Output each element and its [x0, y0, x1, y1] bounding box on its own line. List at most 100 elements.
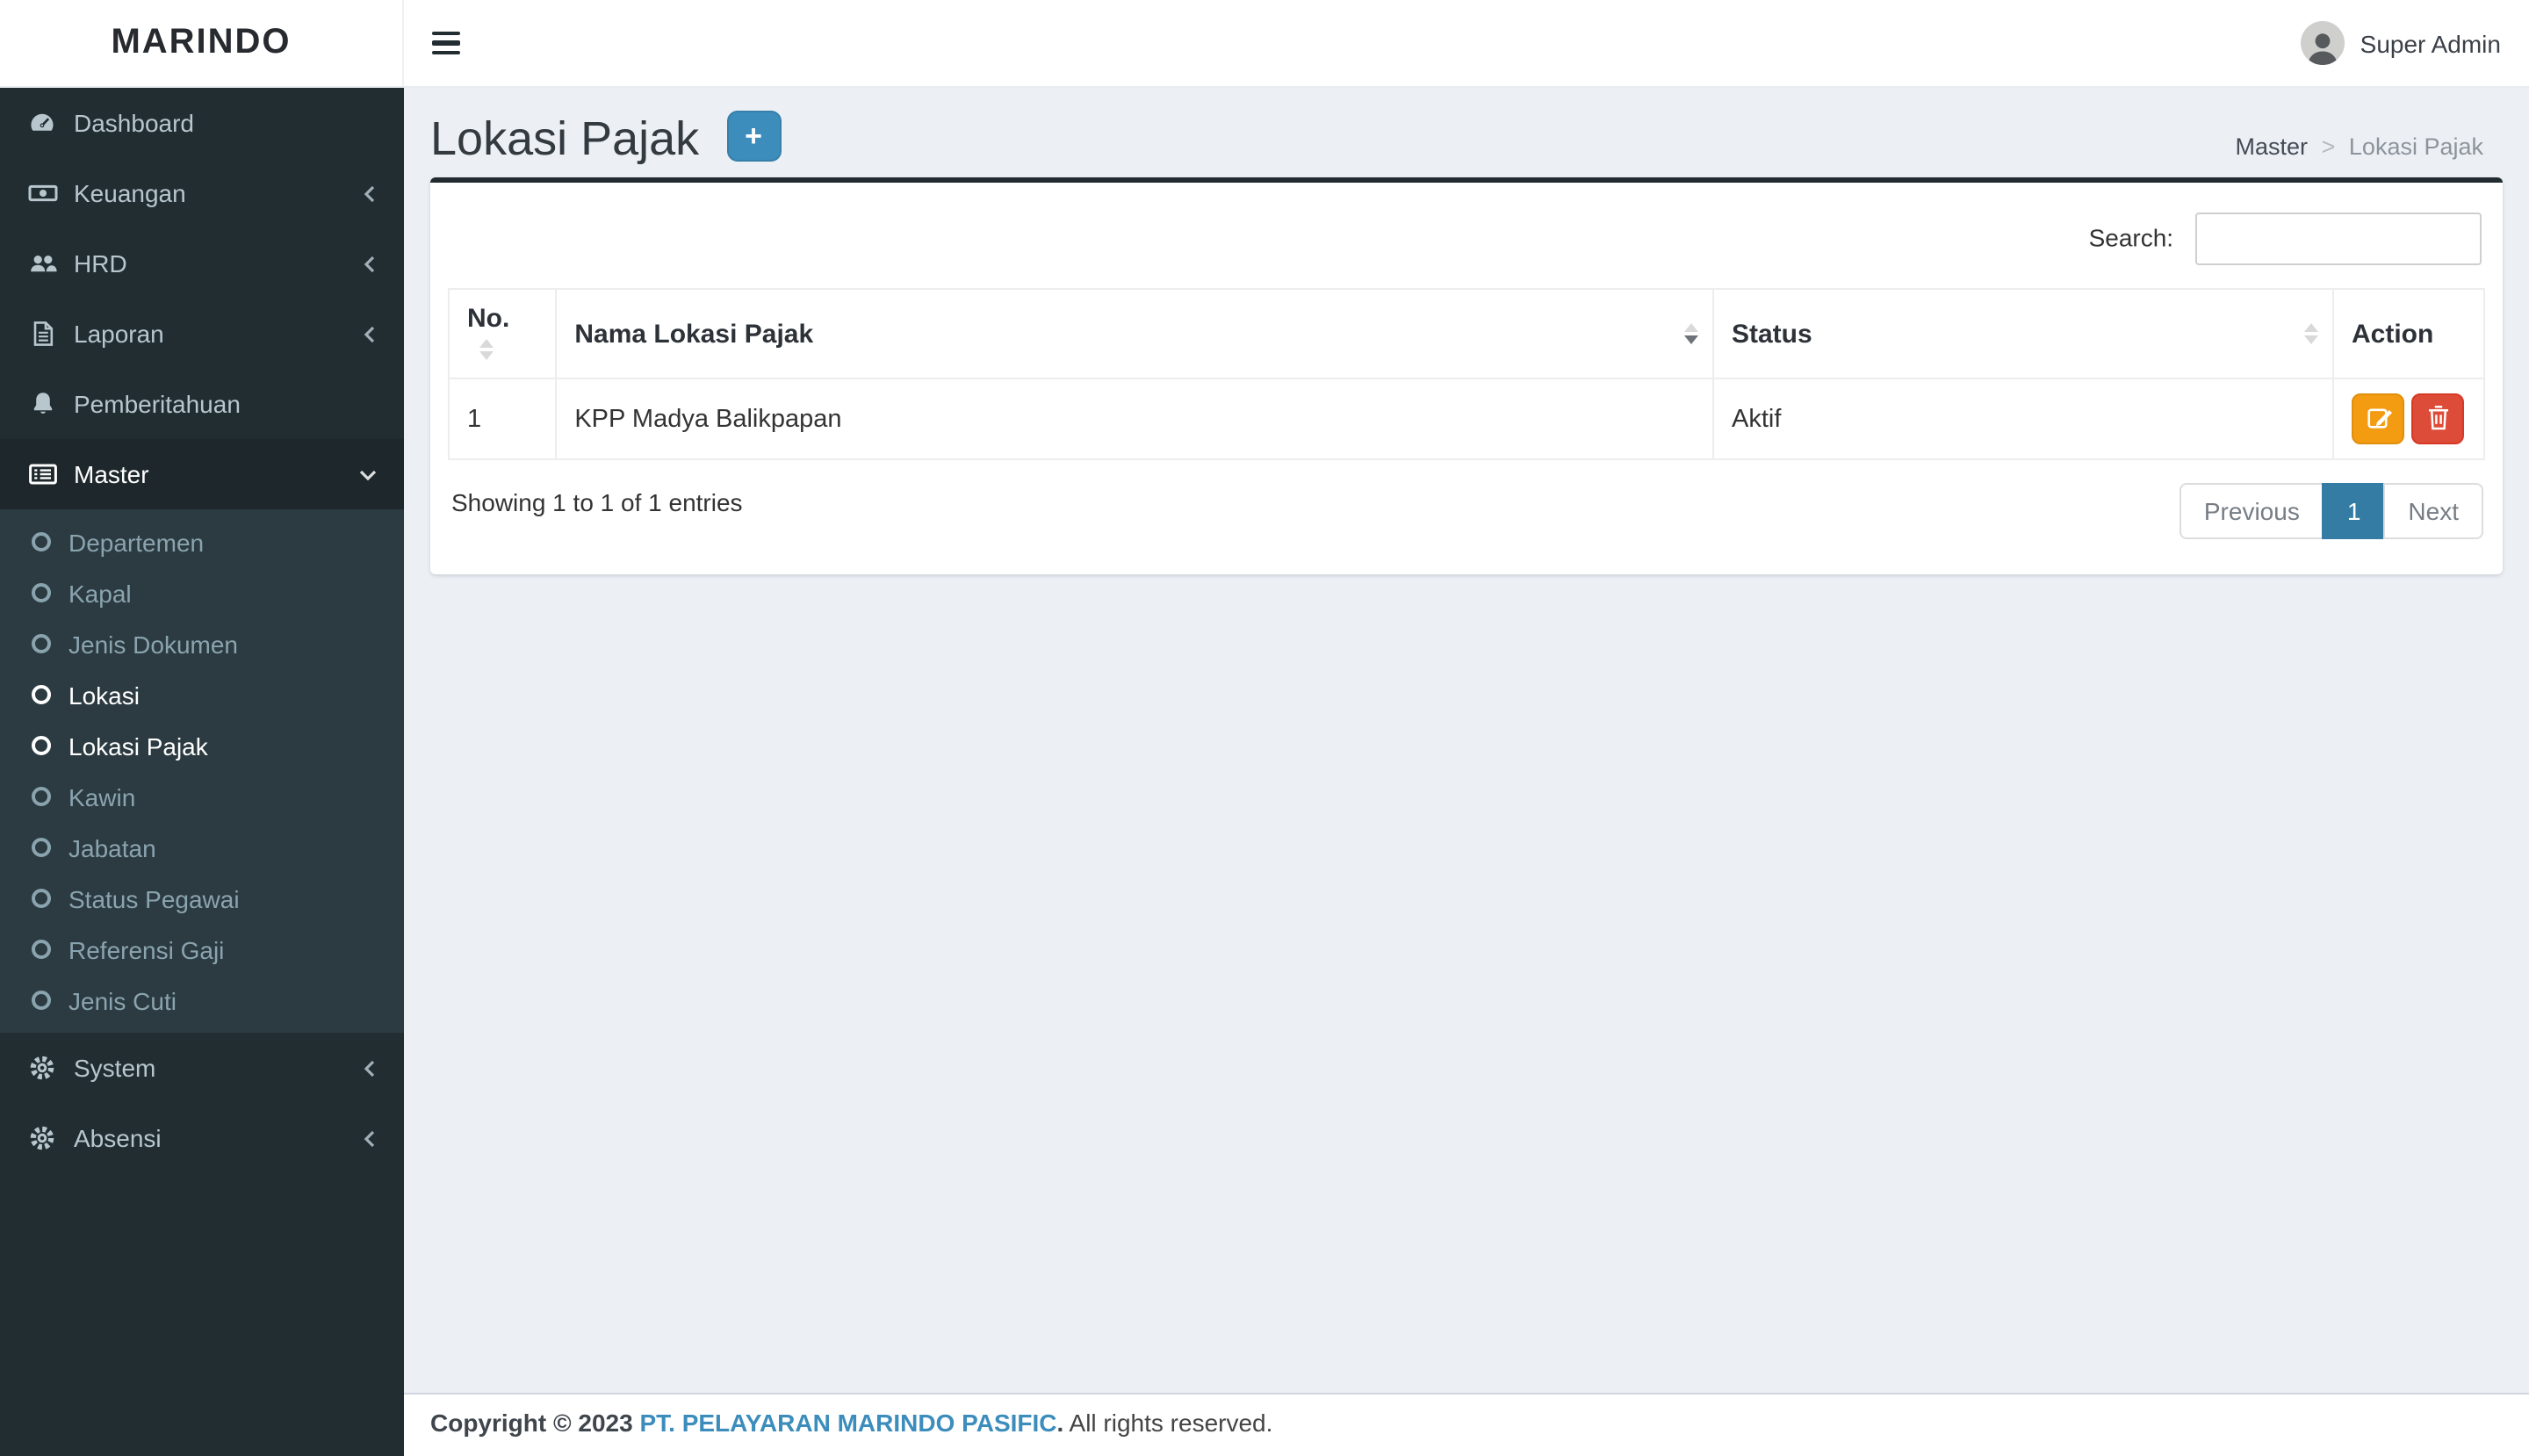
circle-icon — [32, 685, 51, 704]
table-footer: Showing 1 to 1 of 1 entries Previous 1 N… — [448, 460, 2485, 557]
user-menu[interactable]: Super Admin — [2273, 0, 2529, 86]
avatar — [2300, 21, 2345, 65]
sort-icon — [2304, 323, 2318, 344]
sidebar-subitem-kapal[interactable]: Kapal — [0, 567, 404, 618]
breadcrumb-current: Lokasi Pajak — [2348, 133, 2483, 160]
circle-icon — [32, 532, 51, 551]
sidebar-item-label: HRD — [74, 249, 127, 278]
money-icon — [26, 179, 58, 207]
sidebar-subitem-kawin[interactable]: Kawin — [0, 771, 404, 822]
master-submenu: Departemen Kapal Jenis Dokumen Lokasi Lo… — [0, 509, 404, 1033]
sidebar-item-label: Laporan — [74, 320, 164, 348]
chevron-left-icon — [362, 184, 378, 203]
chevron-left-icon — [362, 1058, 378, 1078]
sidebar-item-keuangan[interactable]: Keuangan — [0, 158, 404, 228]
circle-icon — [32, 736, 51, 755]
column-header-action: Action — [2332, 288, 2485, 379]
table-info: Showing 1 to 1 of 1 entries — [451, 488, 743, 516]
footer-rights: All rights reserved. — [1069, 1409, 1273, 1437]
sidebar-treeview-master: Master Departemen Kapal Jenis Dokumen Lo… — [0, 439, 404, 1033]
chevron-left-icon — [362, 254, 378, 273]
sidebar-item-dashboard[interactable]: Dashboard — [0, 88, 404, 158]
chevron-left-icon — [362, 1128, 378, 1148]
sidebar-subitem-referensi-gaji[interactable]: Referensi Gaji — [0, 924, 404, 975]
pagination-page-1[interactable]: 1 — [2322, 483, 2386, 539]
column-header-no[interactable]: No. — [447, 288, 558, 379]
search-input[interactable] — [2195, 213, 2482, 265]
cell-status: Aktif — [1712, 378, 2334, 460]
sidebar-item-label: Pemberitahuan — [74, 390, 241, 418]
dashboard-icon — [26, 109, 58, 137]
sidebar-subitem-departemen[interactable]: Departemen — [0, 516, 404, 567]
breadcrumb-separator: > — [2321, 133, 2336, 160]
page-title: Lokasi Pajak — [430, 112, 700, 165]
cell-no: 1 — [447, 378, 558, 460]
sidebar-menu: Dashboard Keuangan HRD Laporan Pemberita… — [0, 88, 404, 1173]
cell-action — [2332, 378, 2485, 460]
circle-icon — [32, 787, 51, 806]
navbar-main: Super Admin — [404, 0, 2529, 86]
pagination: Previous 1 Next — [2179, 483, 2483, 539]
data-table: No. Nama Lokasi Pajak Status Action 1 KP… — [447, 288, 2485, 460]
sidebar-item-label: System — [74, 1054, 156, 1082]
content: Lokasi Pajak + Master > Lokasi Pajak Sea… — [404, 88, 2529, 1393]
top-navbar: MARINDO Super Admin — [0, 0, 2529, 88]
hamburger-icon — [432, 31, 460, 36]
circle-icon — [32, 634, 51, 653]
chevron-down-icon — [358, 466, 378, 482]
footer: Copyright © 2023 PT. PELAYARAN MARINDO P… — [404, 1393, 2529, 1456]
bell-icon — [26, 390, 58, 418]
user-name: Super Admin — [2360, 29, 2501, 57]
pagination-previous[interactable]: Previous — [2179, 483, 2324, 539]
list-icon — [26, 460, 58, 488]
users-icon — [26, 249, 58, 278]
sidebar-item-absensi[interactable]: Absensi — [0, 1103, 404, 1173]
column-header-status[interactable]: Status — [1712, 288, 2334, 379]
document-icon — [26, 320, 58, 348]
sidebar-item-label: Dashboard — [74, 109, 194, 137]
sidebar-item-laporan[interactable]: Laporan — [0, 299, 404, 369]
delete-icon — [2426, 403, 2449, 435]
sidebar-item-pemberitahuan[interactable]: Pemberitahuan — [0, 369, 404, 439]
sidebar-subitem-status-pegawai[interactable]: Status Pegawai — [0, 873, 404, 924]
sidebar-subitem-jenis-dokumen[interactable]: Jenis Dokumen — [0, 618, 404, 669]
circle-icon — [32, 991, 51, 1010]
content-header: Lokasi Pajak + Master > Lokasi Pajak — [404, 88, 2529, 167]
sidebar-item-system[interactable]: System — [0, 1033, 404, 1103]
edit-icon — [2365, 403, 2391, 435]
chevron-left-icon — [362, 324, 378, 343]
column-header-nama-lokasi-pajak[interactable]: Nama Lokasi Pajak — [555, 288, 1714, 379]
footer-copyright: Copyright © 2023 — [430, 1409, 633, 1437]
footer-period: . — [1056, 1409, 1064, 1437]
edit-button[interactable] — [2352, 393, 2404, 444]
circle-icon — [32, 838, 51, 857]
sidebar-subitem-jenis-cuti[interactable]: Jenis Cuti — [0, 975, 404, 1026]
pagination-next[interactable]: Next — [2383, 483, 2483, 539]
sidebar: Dashboard Keuangan HRD Laporan Pemberita… — [0, 88, 404, 1456]
footer-company-link[interactable]: PT. PELAYARAN MARINDO PASIFIC — [639, 1409, 1056, 1437]
sidebar-toggle-button[interactable] — [404, 14, 488, 72]
search-label: Search: — [2088, 223, 2174, 252]
sidebar-item-hrd[interactable]: HRD — [0, 228, 404, 299]
delete-button[interactable] — [2411, 393, 2464, 444]
sidebar-subitem-lokasi-pajak[interactable]: Lokasi Pajak — [0, 720, 404, 771]
circle-icon — [32, 940, 51, 959]
cell-nama: KPP Madya Balikpapan — [555, 378, 1714, 460]
data-card: Search: No. Nama Lokasi Pajak Status Act… — [430, 177, 2503, 574]
circle-icon — [32, 583, 51, 602]
sidebar-item-label: Keuangan — [74, 179, 186, 207]
sidebar-subitem-lokasi[interactable]: Lokasi — [0, 669, 404, 720]
brand-logo[interactable]: MARINDO — [0, 0, 404, 86]
sort-icon — [479, 339, 494, 361]
gear-icon — [26, 1124, 58, 1152]
breadcrumb: Master > Lokasi Pajak — [2236, 133, 2483, 160]
sidebar-subitem-jabatan[interactable]: Jabatan — [0, 822, 404, 873]
gear-icon — [26, 1054, 58, 1082]
circle-icon — [32, 889, 51, 908]
breadcrumb-master[interactable]: Master — [2236, 133, 2309, 160]
sort-desc-icon — [1684, 323, 1698, 344]
sidebar-item-label: Master — [74, 460, 149, 488]
table-row: 1 KPP Madya Balikpapan Aktif — [447, 378, 2485, 460]
sidebar-item-master[interactable]: Master — [0, 439, 404, 509]
add-button[interactable]: + — [726, 111, 782, 162]
